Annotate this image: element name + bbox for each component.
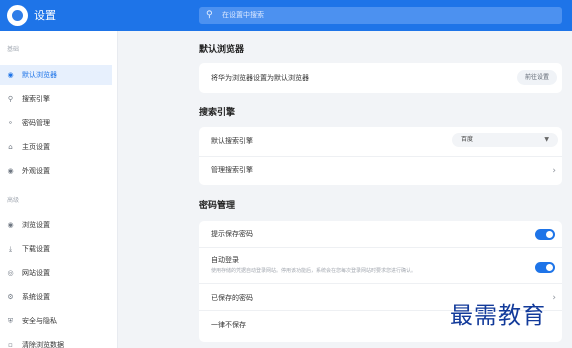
sidebar-item-label: 下载设置	[22, 245, 50, 253]
card-search-engine: 默认搜索引擎 百度 ▼ 管理搜索引擎 ›	[199, 127, 562, 185]
sidebar-item-passwords[interactable]: ⚬ 密码管理	[0, 113, 112, 133]
sidebar-item-label: 主页设置	[22, 143, 50, 151]
sidebar-item-search-engine[interactable]: ⚲ 搜索引擎	[0, 89, 112, 109]
sidebar-item-clear-data[interactable]: ▫ 清除浏览数据	[0, 335, 112, 348]
trash-icon: ▫	[8, 341, 13, 348]
row-default-search-engine: 默认搜索引擎 百度 ▼	[199, 127, 562, 156]
sidebar-item-label: 搜索引擎	[22, 95, 50, 103]
sidebar-item-default-browser[interactable]: ◉ 默认浏览器	[0, 65, 112, 85]
sidebar-item-label: 密码管理	[22, 119, 50, 127]
sidebar-item-homepage[interactable]: ⌂ 主页设置	[0, 137, 112, 157]
row-set-default-browser: 将华为浏览器设置为默认浏览器 前往设置	[199, 63, 562, 93]
card-default-browser: 将华为浏览器设置为默认浏览器 前往设置	[199, 63, 562, 93]
prompt-save-password-toggle[interactable]	[535, 229, 555, 240]
chevron-right-icon: ›	[552, 166, 556, 176]
row-label: 提示保存密码	[211, 230, 253, 238]
row-manage-search-engines[interactable]: 管理搜索引擎 ›	[199, 156, 562, 185]
sidebar-group-advanced: 高级	[7, 197, 20, 204]
search-engine-value: 百度	[461, 136, 474, 143]
row-label: 管理搜索引擎	[211, 166, 253, 174]
sidebar-item-label: 安全与隐私	[22, 317, 57, 325]
sidebar-item-label: 浏览设置	[22, 221, 50, 229]
app-title: 设置	[34, 9, 56, 22]
sidebar-item-label: 清除浏览数据	[22, 341, 64, 348]
search-engine-select[interactable]: 百度 ▼	[452, 133, 558, 147]
browser-logo-icon	[7, 5, 28, 26]
auto-login-toggle[interactable]	[535, 262, 555, 273]
chevron-right-icon: ›	[552, 293, 556, 303]
eye-icon: ◉	[7, 221, 14, 229]
globe-icon: ◉	[7, 71, 14, 79]
top-bar: 设置 ⚲ 在设置中搜索	[0, 0, 572, 31]
sidebar: 基础 ◉ 默认浏览器 ⚲ 搜索引擎 ⚬ 密码管理 ⌂ 主页设置 ◉ 外观设置 高…	[0, 31, 118, 348]
watermark: 最需教育	[450, 303, 546, 329]
sidebar-item-system[interactable]: ⚙ 系统设置	[0, 287, 112, 307]
shield-icon: ⛨	[7, 317, 14, 325]
home-icon: ⌂	[8, 143, 13, 151]
row-label: 已保存的密码	[211, 294, 253, 302]
row-prompt-save-password: 提示保存密码	[199, 221, 562, 247]
sidebar-item-browsing[interactable]: ◉ 浏览设置	[0, 215, 112, 235]
sidebar-item-label: 默认浏览器	[22, 71, 57, 79]
settings-search-input[interactable]: ⚲ 在设置中搜索	[199, 7, 562, 24]
search-placeholder: 在设置中搜索	[222, 11, 264, 19]
row-auto-login: 自动登录 使用存储的凭据自动登录网站。停用该功能后，系统会在您每次登录网站时要求…	[199, 247, 562, 283]
go-to-settings-button[interactable]: 前往设置	[517, 70, 557, 85]
sidebar-item-label: 外观设置	[22, 167, 50, 175]
sidebar-item-security[interactable]: ⛨ 安全与隐私	[0, 311, 112, 331]
sidebar-item-label: 网站设置	[22, 269, 50, 277]
sidebar-item-site[interactable]: ◎ 网站设置	[0, 263, 112, 283]
row-label: 一律不保存	[211, 321, 246, 329]
sidebar-item-appearance[interactable]: ◉ 外观设置	[0, 161, 112, 181]
section-title-search-engine: 搜索引擎	[199, 108, 236, 118]
site-icon: ◎	[7, 269, 14, 277]
section-title-passwords: 密码管理	[199, 201, 236, 211]
palette-icon: ◉	[7, 167, 14, 175]
sidebar-item-download[interactable]: ⤓ 下载设置	[0, 239, 112, 259]
search-icon: ⚲	[7, 95, 14, 103]
caret-down-icon: ▼	[544, 136, 549, 143]
row-label: 自动登录	[211, 256, 239, 264]
sidebar-group-basic: 基础	[7, 46, 20, 53]
row-label: 将华为浏览器设置为默认浏览器	[211, 74, 309, 82]
search-icon: ⚲	[206, 10, 213, 20]
sidebar-item-label: 系统设置	[22, 293, 50, 301]
section-title-default-browser: 默认浏览器	[199, 45, 245, 55]
row-description: 使用存储的凭据自动登录网站。停用该功能后，系统会在您每次登录网站时要求您进行确认…	[211, 268, 417, 274]
gear-icon: ⚙	[7, 293, 14, 301]
row-label: 默认搜索引擎	[211, 137, 253, 145]
download-icon: ⤓	[8, 245, 13, 253]
key-icon: ⚬	[7, 119, 14, 127]
